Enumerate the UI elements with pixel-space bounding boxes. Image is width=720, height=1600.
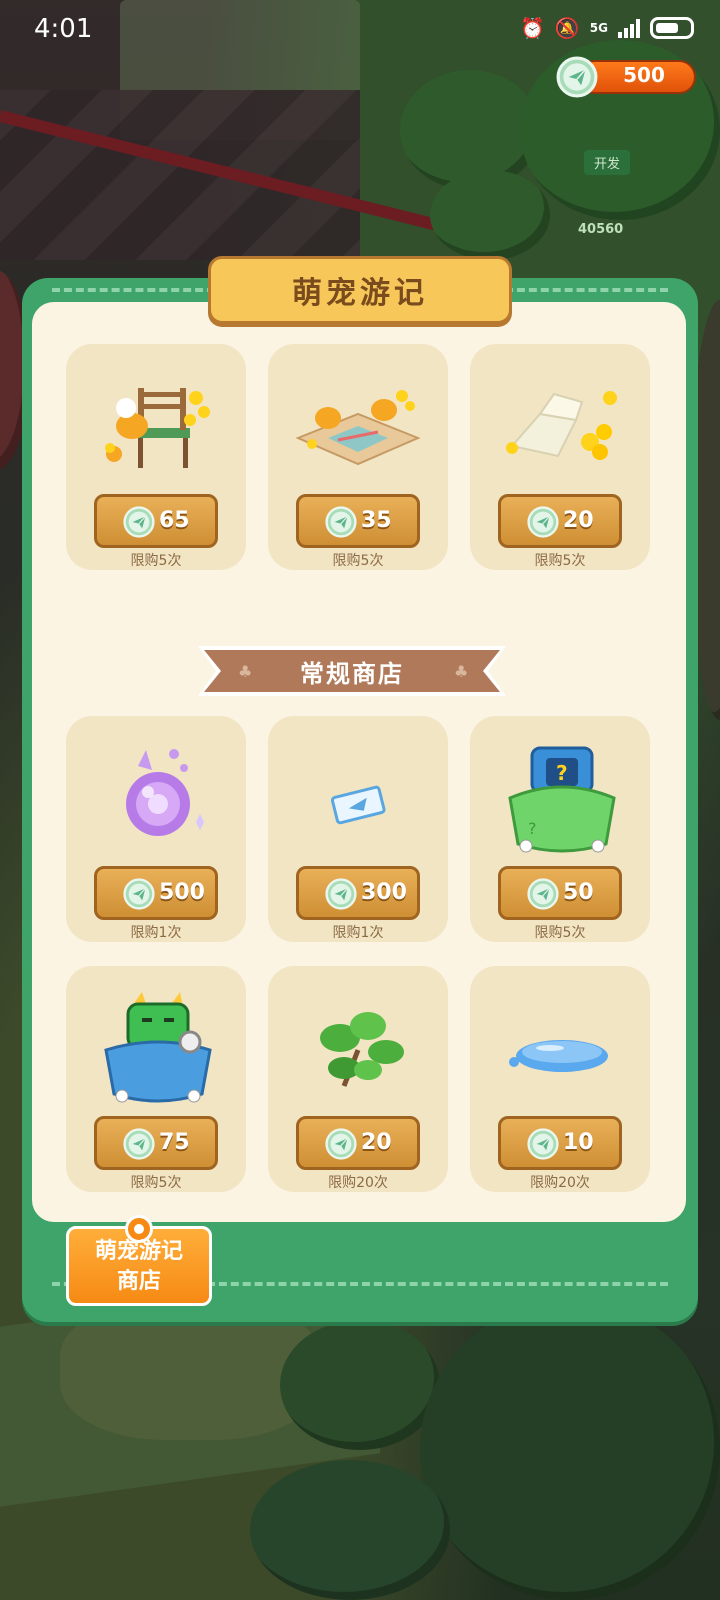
paper-plane-coin-icon <box>325 1128 357 1160</box>
shop-item-card[interactable]: 20 限购20次 <box>268 966 448 1192</box>
purchase-limit: 限购20次 <box>328 1175 388 1191</box>
price-value: 300 <box>361 880 407 905</box>
white-flower-pillows-icon <box>506 391 617 460</box>
paper-plane-coin-icon <box>325 506 357 538</box>
svg-text:?: ? <box>556 761 568 785</box>
purchase-limit: 限购1次 <box>130 925 182 941</box>
clock: 4:01 <box>34 14 93 44</box>
tab-label-line2: 商店 <box>116 1269 161 1294</box>
purchase-limit: 限购5次 <box>534 553 586 569</box>
price-value: 500 <box>159 880 205 905</box>
shop-item-card[interactable]: 10 限购20次 <box>470 966 650 1192</box>
price-button[interactable]: 75 <box>94 1116 218 1170</box>
tree-bush <box>430 170 550 260</box>
carrot-field <box>420 1300 720 1600</box>
shop-item-card[interactable]: 65 限购5次 <box>66 344 246 570</box>
price-button[interactable]: 65 <box>94 494 218 548</box>
svg-text:?: ? <box>528 819 537 838</box>
chick-chair-decor-icon <box>105 388 210 468</box>
paper-plane-coin-icon <box>527 878 559 910</box>
purchase-limit: 限购20次 <box>530 1175 590 1191</box>
price-button[interactable]: 35 <box>296 494 420 548</box>
tree-bush <box>280 1320 440 1450</box>
shop-item-card[interactable]: 300 限购1次 <box>268 716 448 942</box>
tab-pet-travel-shop[interactable]: 萌宠游记 商店 <box>66 1215 212 1306</box>
paper-plane-coin-icon <box>325 878 357 910</box>
shop-item-card[interactable]: 35 限购5次 <box>268 344 448 570</box>
price-button[interactable]: 20 <box>296 1116 420 1170</box>
checkered-floor <box>0 90 360 260</box>
section-title: 常规商店 <box>300 660 404 688</box>
price-value: 20 <box>563 508 594 533</box>
price-value: 65 <box>159 508 190 533</box>
purchase-limit: 限购5次 <box>130 1175 182 1191</box>
section-ribbon: ♣ ♣ 常规商店 <box>198 644 506 698</box>
paper-plane-coin-icon <box>123 1128 155 1160</box>
price-button[interactable]: 300 <box>296 866 420 920</box>
price-value: 10 <box>563 1130 594 1155</box>
paper-plane-coin-icon <box>123 878 155 910</box>
alarm-icon: ⏰ <box>519 16 545 40</box>
headphone-cat-bag-icon <box>104 992 212 1103</box>
currency-counter[interactable]: 500 <box>556 58 696 96</box>
battery-icon <box>650 17 694 39</box>
price-button[interactable]: 20 <box>498 494 622 548</box>
price-value: 75 <box>159 1130 190 1155</box>
building-counter: 40560 <box>578 222 624 237</box>
purple-crystal-orb-icon <box>126 749 204 836</box>
price-value: 20 <box>361 1130 392 1155</box>
price-button[interactable]: 50 <box>498 866 622 920</box>
currency-value: 500 <box>623 63 665 87</box>
purchase-limit: 限购5次 <box>332 553 384 569</box>
purchase-limit: 限购1次 <box>332 925 384 941</box>
water-puddle-icon <box>509 1040 608 1072</box>
chick-map-mat-icon <box>295 390 421 466</box>
develop-sign: 开发 <box>584 150 631 175</box>
shop-item-card[interactable]: ? ? 50 限购5次 <box>470 716 650 942</box>
paper-plane-coin-icon <box>556 56 598 98</box>
mystery-gift-bag-icon: ? ? <box>508 746 616 853</box>
shop-item-card[interactable]: 500 限购1次 <box>66 716 246 942</box>
blue-ticket-icon <box>330 785 386 825</box>
tab-label-line1: 萌宠游记 <box>94 1239 183 1264</box>
shop-item-card[interactable]: 75 限购5次 <box>66 966 246 1192</box>
purchase-limit: 限购5次 <box>130 553 182 569</box>
panel-title: 萌宠游记 <box>292 276 428 311</box>
price-button[interactable]: 10 <box>498 1116 622 1170</box>
price-button[interactable]: 500 <box>94 866 218 920</box>
green-leaf-sprout-icon <box>320 1012 404 1087</box>
status-bar: 4:01 ⏰ 🔕 5G <box>0 0 720 62</box>
paper-plane-coin-icon <box>527 506 559 538</box>
network-label: 5G <box>589 21 608 35</box>
status-icons: ⏰ 🔕 5G <box>520 16 694 40</box>
price-value: 35 <box>361 508 392 533</box>
panel-title-banner: 萌宠游记 <box>208 256 512 324</box>
paper-plane-coin-icon <box>123 506 155 538</box>
paper-plane-coin-icon <box>527 1128 559 1160</box>
shop-item-card[interactable]: 20 限购5次 <box>470 344 650 570</box>
tree-bush <box>250 1460 450 1600</box>
mute-bell-icon: 🔕 <box>554 16 580 40</box>
purchase-limit: 限购5次 <box>534 925 586 941</box>
price-value: 50 <box>563 880 594 905</box>
signal-icon <box>618 18 640 38</box>
